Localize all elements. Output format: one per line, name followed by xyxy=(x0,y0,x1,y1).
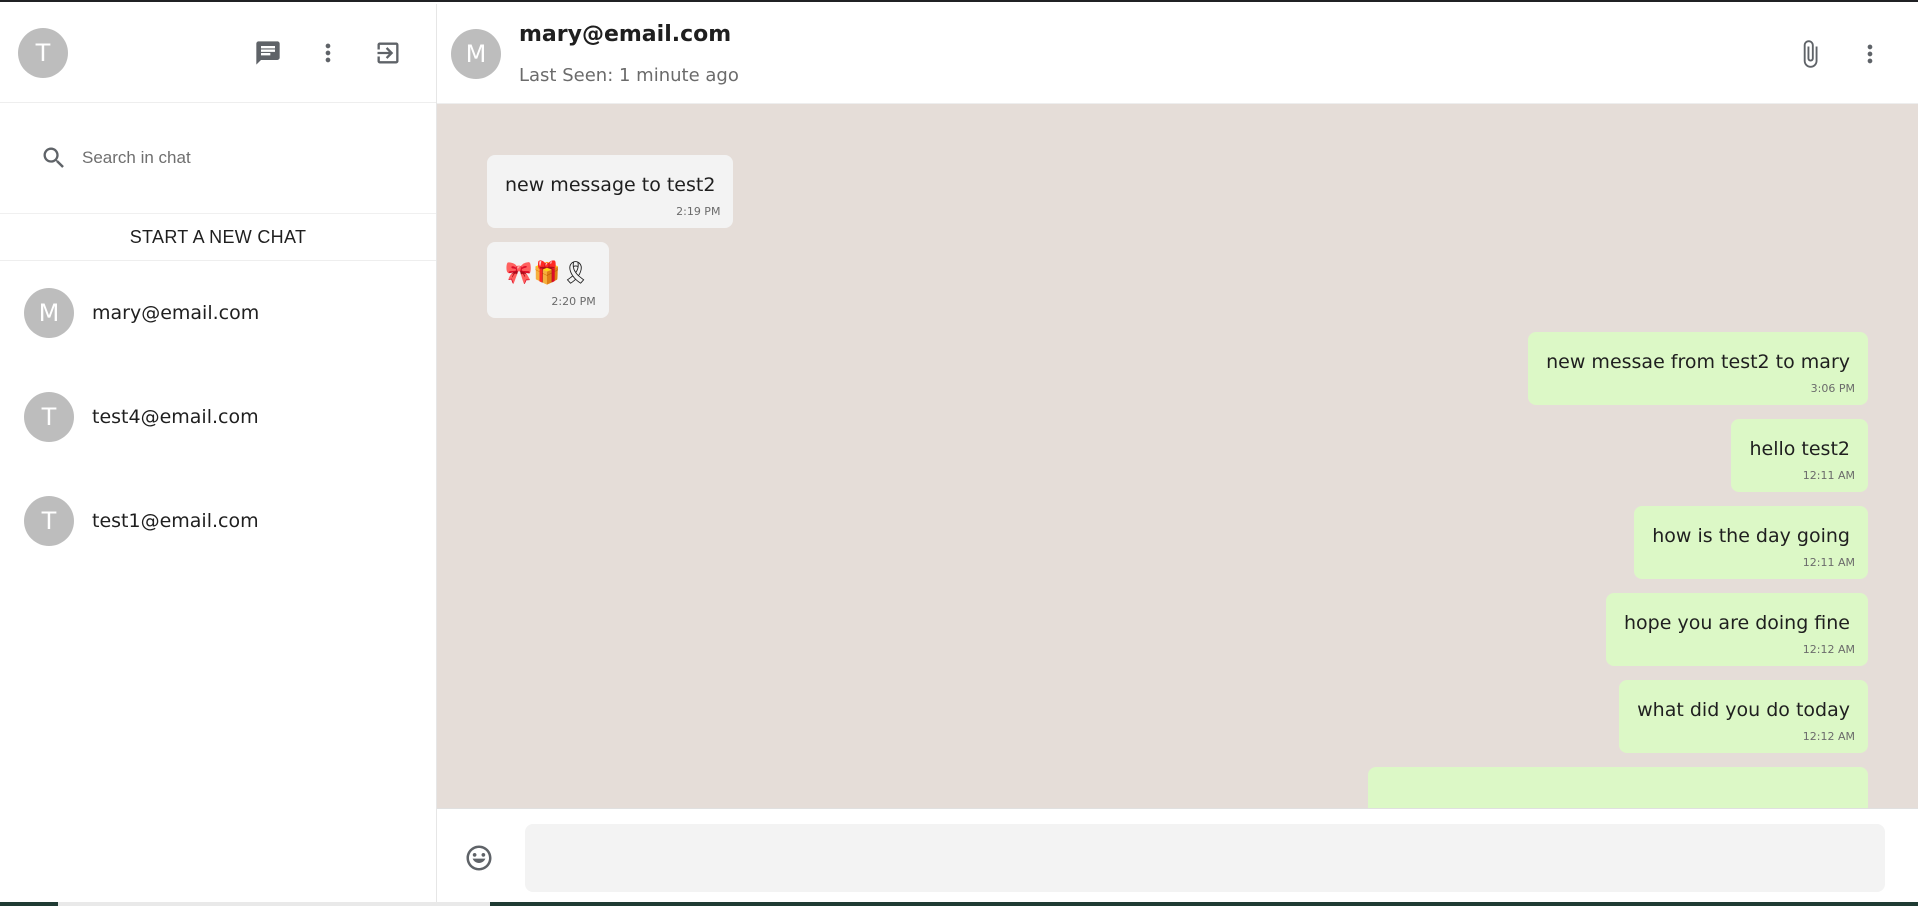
bottom-strip xyxy=(0,902,1918,906)
chat-name: mary@email.com xyxy=(92,302,260,324)
chat-name: test4@email.com xyxy=(92,406,259,428)
last-seen-status: Last Seen: 1 minute ago xyxy=(519,64,739,86)
attach-icon xyxy=(1803,39,1818,68)
chat-list-item[interactable]: T test4@email.com xyxy=(0,365,436,469)
message-area[interactable]: new message to test2 2:19 PM 🎀🎁🎗 2:20 PM… xyxy=(437,104,1918,808)
sidebar-header: T xyxy=(0,4,436,103)
avatar: M xyxy=(24,288,74,338)
search-bar xyxy=(0,103,436,214)
message-time: 3:06 PM xyxy=(1810,382,1855,395)
emoji-button[interactable] xyxy=(459,833,499,883)
search-input[interactable] xyxy=(82,148,382,168)
chat-list-item[interactable]: M mary@email.com xyxy=(0,261,436,365)
user-avatar[interactable]: T xyxy=(18,28,68,78)
message-time: 2:20 PM xyxy=(551,295,596,308)
message-time: 2:19 PM xyxy=(676,205,721,218)
message-bubble xyxy=(1368,767,1868,808)
message-composer xyxy=(437,808,1918,906)
message-bubble: new message to test2 2:19 PM xyxy=(487,155,734,228)
avatar: T xyxy=(24,496,74,546)
message-text: new message to test2 xyxy=(505,174,716,196)
sidebar: T START A NEW CHAT M mary@email.com xyxy=(0,4,437,906)
chat-list: M mary@email.com T test4@email.com T tes… xyxy=(0,261,436,573)
message-text: how is the day going xyxy=(1652,525,1850,547)
search-icon xyxy=(43,147,64,168)
message-time: 12:12 AM xyxy=(1802,730,1855,743)
sidebar-actions xyxy=(238,28,418,78)
emoji-icon xyxy=(466,845,492,870)
message-bubble: what did you do today 12:12 AM xyxy=(1619,680,1868,753)
message-text: hope you are doing fine xyxy=(1624,612,1850,634)
message-bubble: new messae from test2 to mary 3:06 PM xyxy=(1528,332,1868,405)
logout-button[interactable] xyxy=(358,28,418,78)
avatar: T xyxy=(24,392,74,442)
message-bubble: hello test2 12:11 AM xyxy=(1731,419,1868,492)
contact-avatar[interactable]: M xyxy=(451,28,501,79)
contact-name: mary@email.com xyxy=(519,21,732,47)
message-text: new messae from test2 to mary xyxy=(1546,351,1850,373)
strip-segment xyxy=(490,902,1918,906)
chat-header: M mary@email.com Last Seen: 1 minute ago xyxy=(437,4,1918,104)
message-time: 12:12 AM xyxy=(1802,643,1855,656)
message-time: 12:11 AM xyxy=(1802,556,1855,569)
more-vert-icon xyxy=(325,43,331,63)
chat-app: T START A NEW CHAT M mary@email.com xyxy=(0,4,1918,906)
chat-panel: M mary@email.com Last Seen: 1 minute ago… xyxy=(437,4,1918,906)
message-input[interactable] xyxy=(525,823,1885,892)
message-bubble: how is the day going 12:11 AM xyxy=(1634,506,1868,579)
message-bubble: 🎀🎁🎗 2:20 PM xyxy=(487,242,609,318)
new-chat-button[interactable] xyxy=(238,28,298,78)
message-time: 12:11 AM xyxy=(1802,469,1855,482)
message-text: what did you do today xyxy=(1637,699,1850,721)
attach-button[interactable] xyxy=(1780,29,1840,79)
start-new-chat-button[interactable]: START A NEW CHAT xyxy=(0,214,436,261)
chat-icon xyxy=(256,41,280,65)
contact-info: mary@email.com Last Seen: 1 minute ago xyxy=(519,22,739,86)
message-text: hello test2 xyxy=(1749,438,1850,460)
sidebar-menu-button[interactable] xyxy=(298,28,358,78)
strip-segment xyxy=(0,902,58,906)
message-bubble: hope you are doing fine 12:12 AM xyxy=(1606,593,1868,666)
more-vert-icon xyxy=(1867,44,1873,63)
chat-list-item[interactable]: T test1@email.com xyxy=(0,469,436,573)
chat-header-actions xyxy=(1780,29,1900,79)
message-text: 🎀🎁🎗 xyxy=(505,261,591,286)
logout-icon xyxy=(377,42,399,64)
chat-name: test1@email.com xyxy=(92,510,259,532)
chat-menu-button[interactable] xyxy=(1840,29,1900,79)
